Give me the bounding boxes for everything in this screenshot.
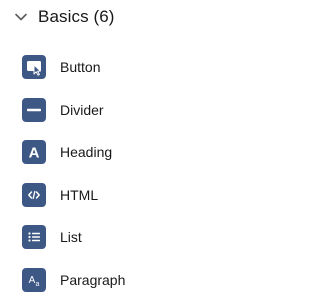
divider-icon bbox=[22, 97, 46, 122]
section-header-basics[interactable]: Basics (6) bbox=[13, 3, 115, 31]
list-icon bbox=[22, 225, 46, 250]
component-label: Button bbox=[60, 59, 101, 76]
component-label: List bbox=[60, 229, 82, 246]
section-title: Basics (6) bbox=[38, 7, 115, 26]
heading-icon: A bbox=[22, 140, 46, 165]
component-item-divider[interactable]: Divider bbox=[22, 89, 272, 132]
component-label: Paragraph bbox=[60, 271, 126, 288]
paragraph-icon: A a bbox=[22, 267, 46, 292]
component-item-list[interactable]: List bbox=[22, 216, 272, 259]
component-item-paragraph[interactable]: A a Paragraph bbox=[22, 259, 272, 300]
component-item-button[interactable]: Button bbox=[22, 46, 272, 89]
button-icon bbox=[22, 55, 46, 80]
component-item-html[interactable]: HTML bbox=[22, 174, 272, 217]
component-list: Button Divider A Heading HTML List A a P… bbox=[22, 46, 272, 300]
svg-text:a: a bbox=[36, 281, 40, 288]
chevron-down-icon[interactable] bbox=[13, 9, 29, 25]
component-label: Divider bbox=[60, 101, 104, 118]
component-palette: Basics (6) Button Divider A Heading HTML… bbox=[0, 0, 283, 300]
component-label: Heading bbox=[60, 144, 113, 161]
component-label: HTML bbox=[60, 186, 99, 203]
svg-text:A: A bbox=[29, 145, 40, 162]
html-code-icon bbox=[22, 182, 46, 207]
component-item-heading[interactable]: A Heading bbox=[22, 131, 272, 174]
